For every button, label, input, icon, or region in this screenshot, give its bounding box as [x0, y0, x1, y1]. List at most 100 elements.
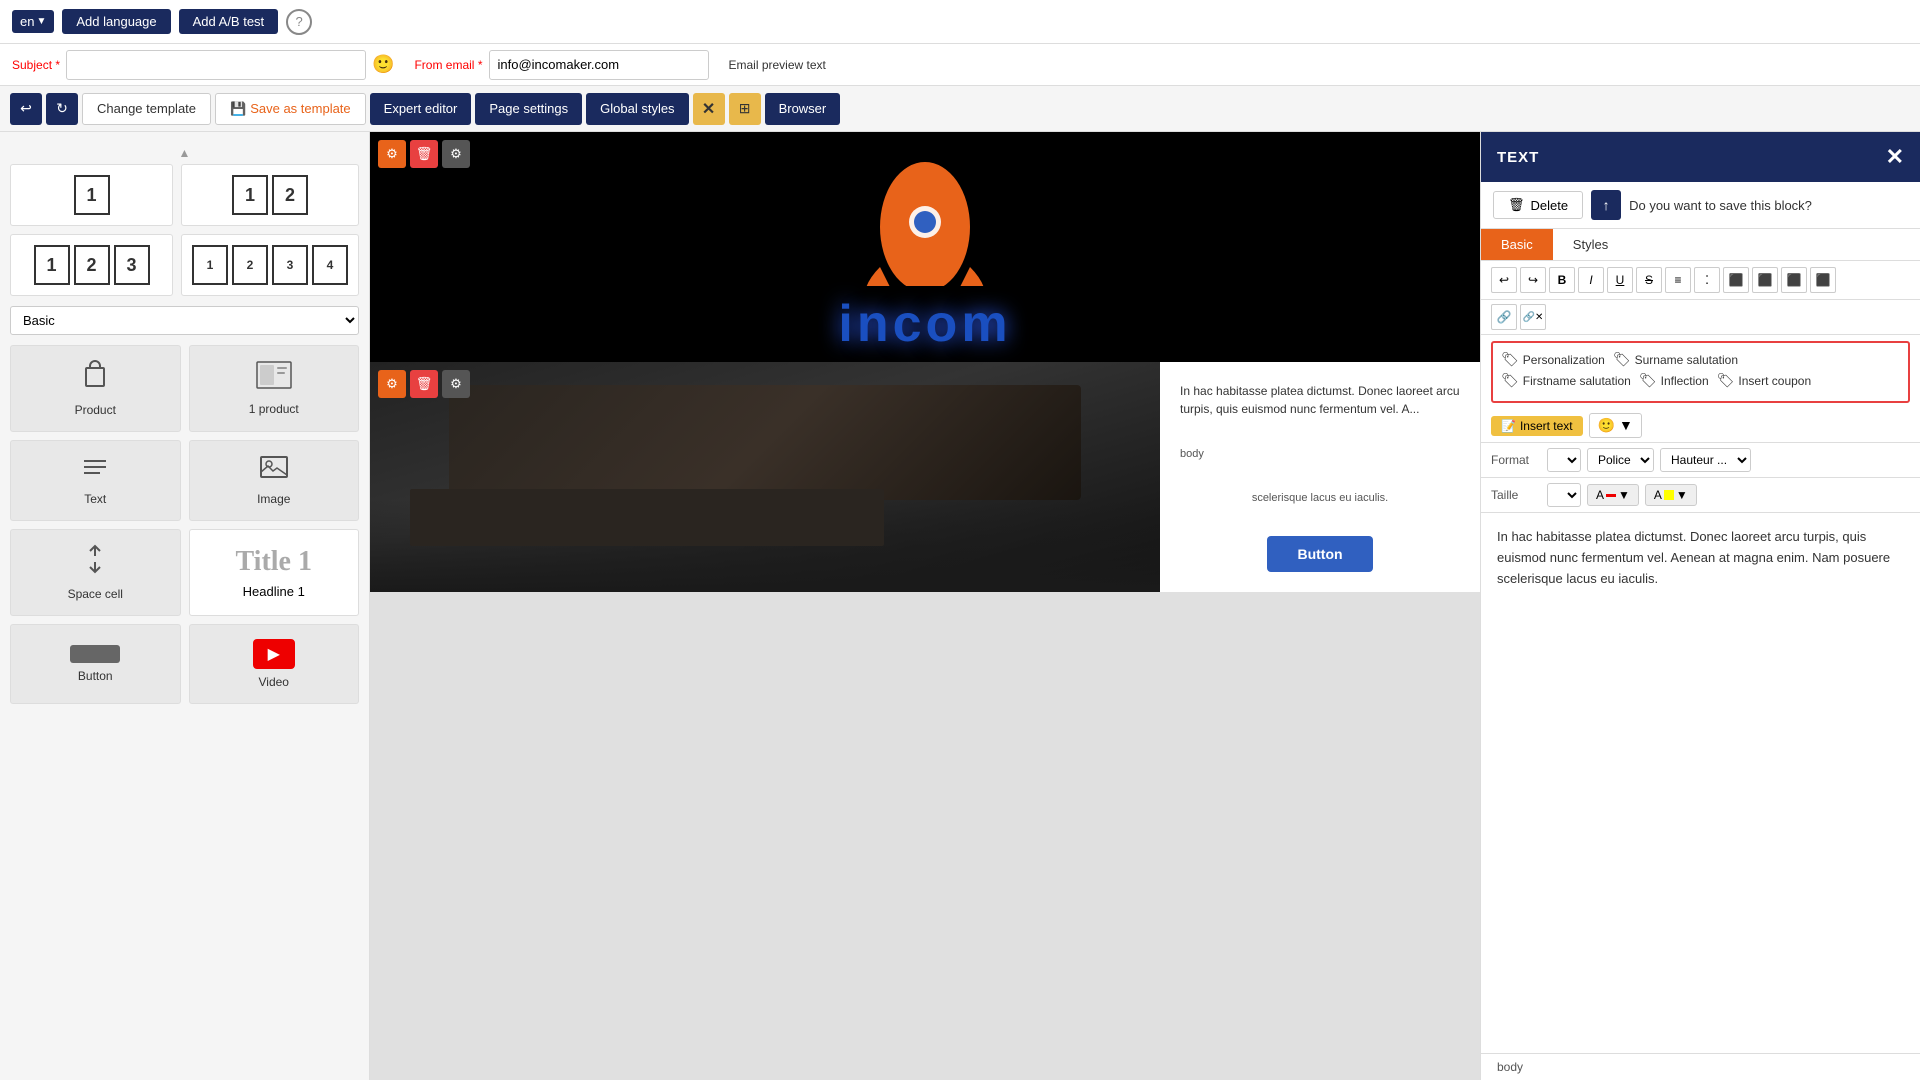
justify-btn[interactable]: ⬛	[1810, 267, 1836, 293]
left-sidebar: ▲ 1 1 2 1 2 3 1 2	[0, 132, 370, 1080]
layout-4col[interactable]: 1 2 3 4	[181, 234, 359, 296]
block-1-controls: ⚙ 🗑 ⚙	[378, 140, 470, 168]
change-template-button[interactable]: Change template	[82, 93, 211, 125]
undo-ed-btn[interactable]: ↩	[1491, 267, 1517, 293]
block-1-delete-btn[interactable]: 🗑	[410, 140, 438, 168]
unordered-list-btn[interactable]: ⁚	[1694, 267, 1720, 293]
align-left-btn[interactable]: ⬛	[1723, 267, 1749, 293]
undo-button[interactable]: ↩	[10, 93, 42, 125]
main-layout: ▲ 1 1 2 1 2 3 1 2	[0, 132, 1920, 1080]
page-settings-button[interactable]: Page settings	[475, 93, 582, 125]
insert-text-button[interactable]: 📝 Insert text	[1491, 416, 1583, 436]
scroll-up-arrow[interactable]: ▲	[10, 142, 359, 164]
image-label: Image	[257, 492, 290, 506]
add-ab-test-button[interactable]: Add A/B test	[179, 9, 279, 34]
component-1product[interactable]: 1 product	[189, 345, 360, 432]
block-2-settings-btn[interactable]: ⚙	[442, 370, 470, 398]
editor-textarea[interactable]	[1481, 513, 1920, 1053]
panel-close-button[interactable]: ✕	[1886, 144, 1904, 170]
component-headline[interactable]: Title 1 Headline 1	[189, 529, 360, 616]
video-icon: ▶	[253, 639, 295, 669]
layout-3col[interactable]: 1 2 3	[10, 234, 173, 296]
inflection-item[interactable]: 🏷 Inflection	[1639, 372, 1709, 389]
component-product[interactable]: Product	[10, 345, 181, 432]
block-2-delete-btn[interactable]: 🗑	[410, 370, 438, 398]
text-content-block: In hac habitasse platea dictumst. Donec …	[1160, 362, 1480, 592]
help-button[interactable]: ?	[286, 9, 312, 35]
ordered-list-btn[interactable]: ≡	[1665, 267, 1691, 293]
global-styles-button[interactable]: Global styles	[586, 93, 688, 125]
component-space-cell[interactable]: Space cell	[10, 529, 181, 616]
tab-basic[interactable]: Basic	[1481, 229, 1553, 260]
browser-button[interactable]: Browser	[765, 93, 841, 125]
insert-text-row: 📝 Insert text 🙂 ▼	[1481, 409, 1920, 443]
coupon-label: Insert coupon	[1738, 374, 1811, 388]
taille-row: Taille A ▼ A ▼	[1481, 478, 1920, 513]
space-cell-icon	[80, 544, 110, 581]
language-button[interactable]: en ▼	[12, 10, 54, 33]
align-center-btn[interactable]: ⬛	[1752, 267, 1778, 293]
hauteur-select[interactable]: Hauteur ...	[1660, 448, 1751, 472]
redo-ed-btn[interactable]: ↪	[1520, 267, 1546, 293]
format-row: Format Police Hauteur ...	[1481, 443, 1920, 478]
grid-button[interactable]: ⊞	[729, 93, 761, 125]
block-1-settings-btn[interactable]: ⚙	[442, 140, 470, 168]
firstname-salutation-item[interactable]: 🏷 Firstname salutation	[1501, 372, 1631, 389]
right-panel: TEXT ✕ 🗑 Delete ↑ Do you want to save th…	[1480, 132, 1920, 1080]
strikethrough-btn[interactable]: S	[1636, 267, 1662, 293]
layout-1col[interactable]: 1	[10, 164, 173, 226]
component-filter-select[interactable]: Basic Advanced	[10, 306, 359, 335]
preview-label: Email preview text	[729, 58, 826, 72]
component-image[interactable]: Image	[189, 440, 360, 521]
component-video[interactable]: ▶ Video	[189, 624, 360, 704]
format-select[interactable]	[1547, 448, 1581, 472]
bold-btn[interactable]: B	[1549, 267, 1575, 293]
tab-styles[interactable]: Styles	[1553, 229, 1628, 260]
coupon-icon: 🏷	[1717, 372, 1735, 389]
product-icon	[80, 360, 110, 397]
lang-label: en	[20, 14, 34, 29]
italic-btn[interactable]: I	[1578, 267, 1604, 293]
layout-2col[interactable]: 1 2	[181, 164, 359, 226]
lorem-content: In hac habitasse platea dictumst. Donec …	[1180, 382, 1460, 418]
block-2-move-btn[interactable]: ⚙	[378, 370, 406, 398]
bg-color-button[interactable]: A ▼	[1645, 484, 1697, 506]
emoji-icon[interactable]: 🙂	[372, 54, 394, 75]
surname-salutation-item[interactable]: 🏷 Surname salutation	[1613, 351, 1738, 368]
underline-btn[interactable]: U	[1607, 267, 1633, 293]
police-select[interactable]: Police	[1587, 448, 1654, 472]
link-btn[interactable]: 🔗	[1491, 304, 1517, 330]
panel-header: TEXT ✕	[1481, 132, 1920, 182]
font-color-button[interactable]: A ▼	[1587, 484, 1639, 506]
from-email-input[interactable]	[489, 50, 709, 80]
expert-editor-button[interactable]: Expert editor	[370, 93, 472, 125]
delete-block-button[interactable]: 🗑 Delete	[1493, 191, 1583, 219]
personalization-item[interactable]: 🏷 Personalization	[1501, 351, 1605, 368]
close-x-button[interactable]: ✕	[693, 93, 725, 125]
trash-icon: 🗑	[1508, 197, 1525, 213]
component-text[interactable]: Text	[10, 440, 181, 521]
block-1-move-btn[interactable]: ⚙	[378, 140, 406, 168]
button-comp-icon	[70, 645, 120, 663]
firstname-icon: 🏷	[1501, 372, 1519, 389]
body-label: body	[1180, 448, 1204, 460]
canvas-button[interactable]: Button	[1267, 536, 1372, 572]
save-as-template-button[interactable]: 💾 Save as template	[215, 93, 366, 125]
component-grid: Product 1 product Text	[10, 345, 359, 704]
video-label: Video	[259, 675, 289, 689]
redo-button[interactable]: ↻	[46, 93, 78, 125]
insert-coupon-item[interactable]: 🏷 Insert coupon	[1717, 372, 1812, 389]
pers-row-2: 🏷 Firstname salutation 🏷 Inflection 🏷 In…	[1501, 372, 1900, 389]
surname-salutation-label: Surname salutation	[1635, 353, 1738, 367]
save-icon: 💾	[230, 101, 246, 117]
align-right-btn[interactable]: ⬛	[1781, 267, 1807, 293]
add-language-button[interactable]: Add language	[62, 9, 170, 34]
smiley-picker-button[interactable]: 🙂 ▼	[1589, 413, 1642, 438]
logo-banner: incom	[370, 132, 1480, 362]
1product-icon	[256, 361, 292, 396]
unlink-btn[interactable]: 🔗✕	[1520, 304, 1546, 330]
move-up-button[interactable]: ↑	[1591, 190, 1621, 220]
subject-input[interactable]	[66, 50, 366, 80]
taille-select[interactable]	[1547, 483, 1581, 507]
component-button[interactable]: Button	[10, 624, 181, 704]
